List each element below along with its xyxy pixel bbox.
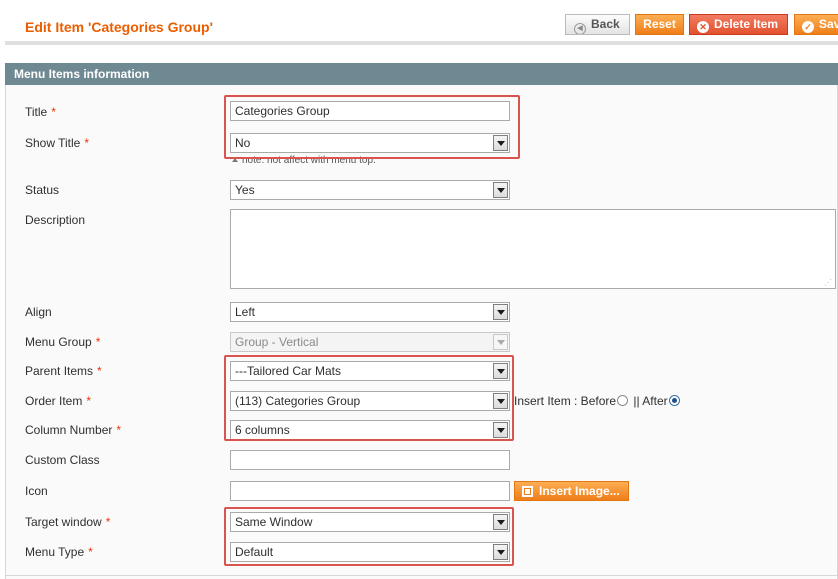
delete-item-button[interactable]: ✕ Delete Item — [689, 14, 788, 35]
back-arrow-icon: ◀ — [574, 23, 586, 34]
required-mark: * — [105, 515, 111, 529]
save-button-label: Save — [819, 17, 838, 31]
menu-type-value: Default — [235, 545, 274, 559]
dropdown-arrow-icon — [493, 422, 508, 438]
delete-icon: ✕ — [697, 21, 709, 33]
back-button[interactable]: ◀ Back — [565, 14, 630, 35]
insert-before-label: Insert Item : Before — [514, 394, 617, 408]
order-item-label: Order Item * — [25, 394, 92, 408]
dropdown-arrow-icon — [493, 544, 508, 560]
insert-image-label: Insert Image... — [539, 484, 620, 498]
description-label: Description — [25, 213, 86, 227]
fieldset-bottom-border — [5, 575, 838, 576]
reset-button[interactable]: Reset — [635, 14, 684, 35]
required-mark: * — [95, 335, 101, 349]
menu-group-label: Menu Group * — [25, 335, 101, 349]
show-title-value: No — [235, 136, 251, 150]
required-mark: * — [116, 423, 122, 437]
description-textarea[interactable] — [230, 209, 836, 289]
menu-group-value: Group - Vertical — [235, 335, 319, 349]
parent-items-select[interactable]: ---Tailored Car Mats — [230, 361, 510, 381]
column-number-select[interactable]: 6 columns — [230, 420, 510, 440]
dropdown-arrow-icon — [493, 135, 508, 151]
show-title-select[interactable]: No — [230, 133, 510, 153]
required-mark: * — [86, 394, 92, 408]
parent-items-label: Parent Items * — [25, 364, 102, 378]
dropdown-arrow-icon — [493, 182, 508, 198]
insert-after-label: || After — [633, 394, 668, 408]
note-arrow-icon — [232, 158, 238, 162]
required-mark: * — [88, 545, 93, 559]
align-label: Align — [25, 305, 52, 319]
save-button[interactable]: ✓ Save — [794, 14, 838, 35]
section-header: Menu Items information — [5, 63, 838, 85]
insert-after-radio[interactable] — [668, 395, 680, 406]
target-window-select[interactable]: Same Window — [230, 512, 510, 532]
back-button-label: Back — [591, 17, 620, 31]
align-value: Left — [235, 305, 256, 319]
custom-class-input[interactable] — [230, 450, 510, 470]
show-title-label: Show Title * — [25, 136, 90, 150]
delete-button-label: Delete Item — [714, 17, 779, 31]
insert-position-options: Insert Item : Before || After — [514, 394, 682, 408]
header-divider — [5, 41, 838, 45]
page-title: Edit Item 'Categories Group' — [25, 19, 213, 35]
status-label: Status — [25, 183, 60, 197]
insert-image-button[interactable]: Insert Image... — [514, 481, 629, 501]
order-item-select[interactable]: (113) Categories Group — [230, 391, 510, 411]
dropdown-arrow-icon — [493, 334, 508, 350]
title-input[interactable] — [230, 101, 510, 121]
menu-type-label: Menu Type * — [25, 545, 93, 559]
reset-button-label: Reset — [643, 17, 676, 31]
status-select[interactable]: Yes — [230, 180, 510, 200]
icon-input[interactable] — [230, 481, 510, 501]
custom-class-label: Custom Class — [25, 453, 100, 467]
dropdown-arrow-icon — [493, 393, 508, 409]
dropdown-arrow-icon — [493, 514, 508, 530]
target-window-label: Target window * — [25, 515, 111, 529]
icon-label: Icon — [25, 484, 48, 498]
status-value: Yes — [235, 183, 255, 197]
dropdown-arrow-icon — [493, 363, 508, 379]
show-title-note: note: not affect with menu top. — [232, 155, 376, 166]
menu-group-select: Group - Vertical — [230, 332, 510, 352]
order-item-value: (113) Categories Group — [235, 394, 361, 408]
check-icon: ✓ — [802, 21, 814, 33]
required-mark: * — [97, 364, 102, 378]
required-mark: * — [84, 136, 90, 150]
resize-grip-icon[interactable]: ⋰ — [824, 279, 833, 287]
align-select[interactable]: Left — [230, 302, 510, 322]
title-label: Title * — [25, 105, 56, 119]
column-number-label: Column Number * — [25, 423, 122, 437]
insert-before-radio[interactable] — [617, 395, 629, 406]
target-window-value: Same Window — [235, 515, 313, 529]
column-number-value: 6 columns — [235, 423, 290, 437]
dropdown-arrow-icon — [493, 304, 508, 320]
parent-items-value: ---Tailored Car Mats — [235, 364, 342, 378]
image-icon — [522, 486, 533, 497]
menu-type-select[interactable]: Default — [230, 542, 510, 562]
required-mark: * — [51, 105, 56, 119]
